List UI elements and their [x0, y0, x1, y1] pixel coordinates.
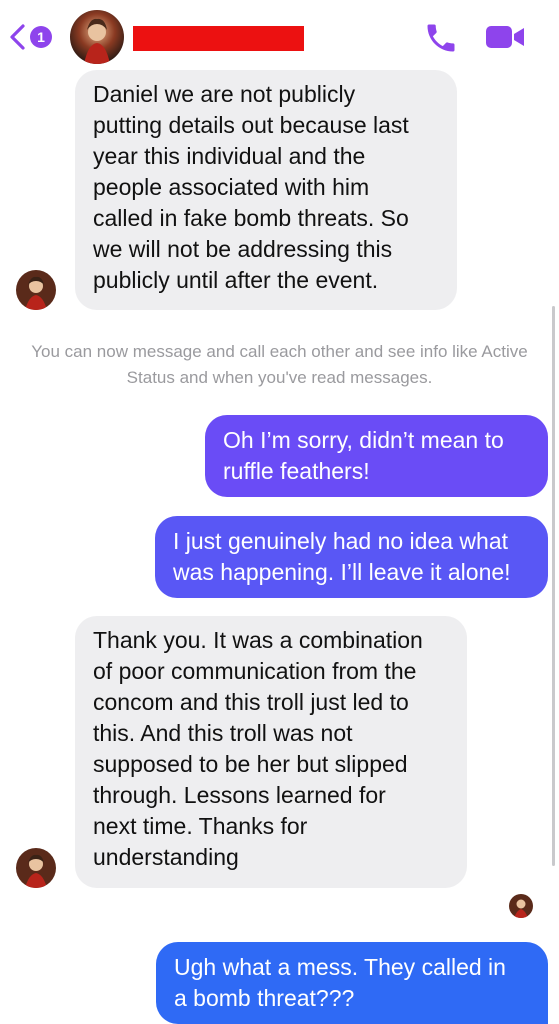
unread-count-badge: 1 — [30, 26, 52, 48]
call-button[interactable] — [422, 20, 460, 56]
message-thread[interactable]: Daniel we are not publicly putting detai… — [0, 70, 559, 1024]
outgoing-message-bubble[interactable]: Oh I’m sorry, didn’t mean to ruffle feat… — [205, 415, 548, 497]
chevron-left-icon — [10, 24, 25, 50]
sender-avatar[interactable] — [16, 270, 56, 310]
sender-avatar[interactable] — [16, 848, 56, 888]
video-call-button[interactable] — [484, 22, 526, 52]
incoming-message-bubble[interactable]: Thank you. It was a combination of poor … — [75, 616, 467, 888]
read-receipt-avatar — [509, 894, 533, 918]
redacted-contact-name — [133, 26, 304, 51]
scrollbar[interactable] — [552, 306, 555, 866]
outgoing-message-bubble[interactable]: Ugh what a mess. They called in a bomb t… — [156, 942, 548, 1024]
video-camera-icon — [486, 26, 524, 48]
contact-avatar[interactable] — [70, 10, 124, 64]
system-notice: You can now message and call each other … — [31, 342, 528, 387]
phone-icon — [427, 24, 455, 52]
back-button[interactable]: 1 — [8, 22, 60, 52]
outgoing-message-bubble[interactable]: I just genuinely had no idea what was ha… — [155, 516, 548, 598]
conversation-header: 1 — [0, 0, 559, 76]
incoming-message-bubble[interactable]: Daniel we are not publicly putting detai… — [75, 70, 457, 310]
